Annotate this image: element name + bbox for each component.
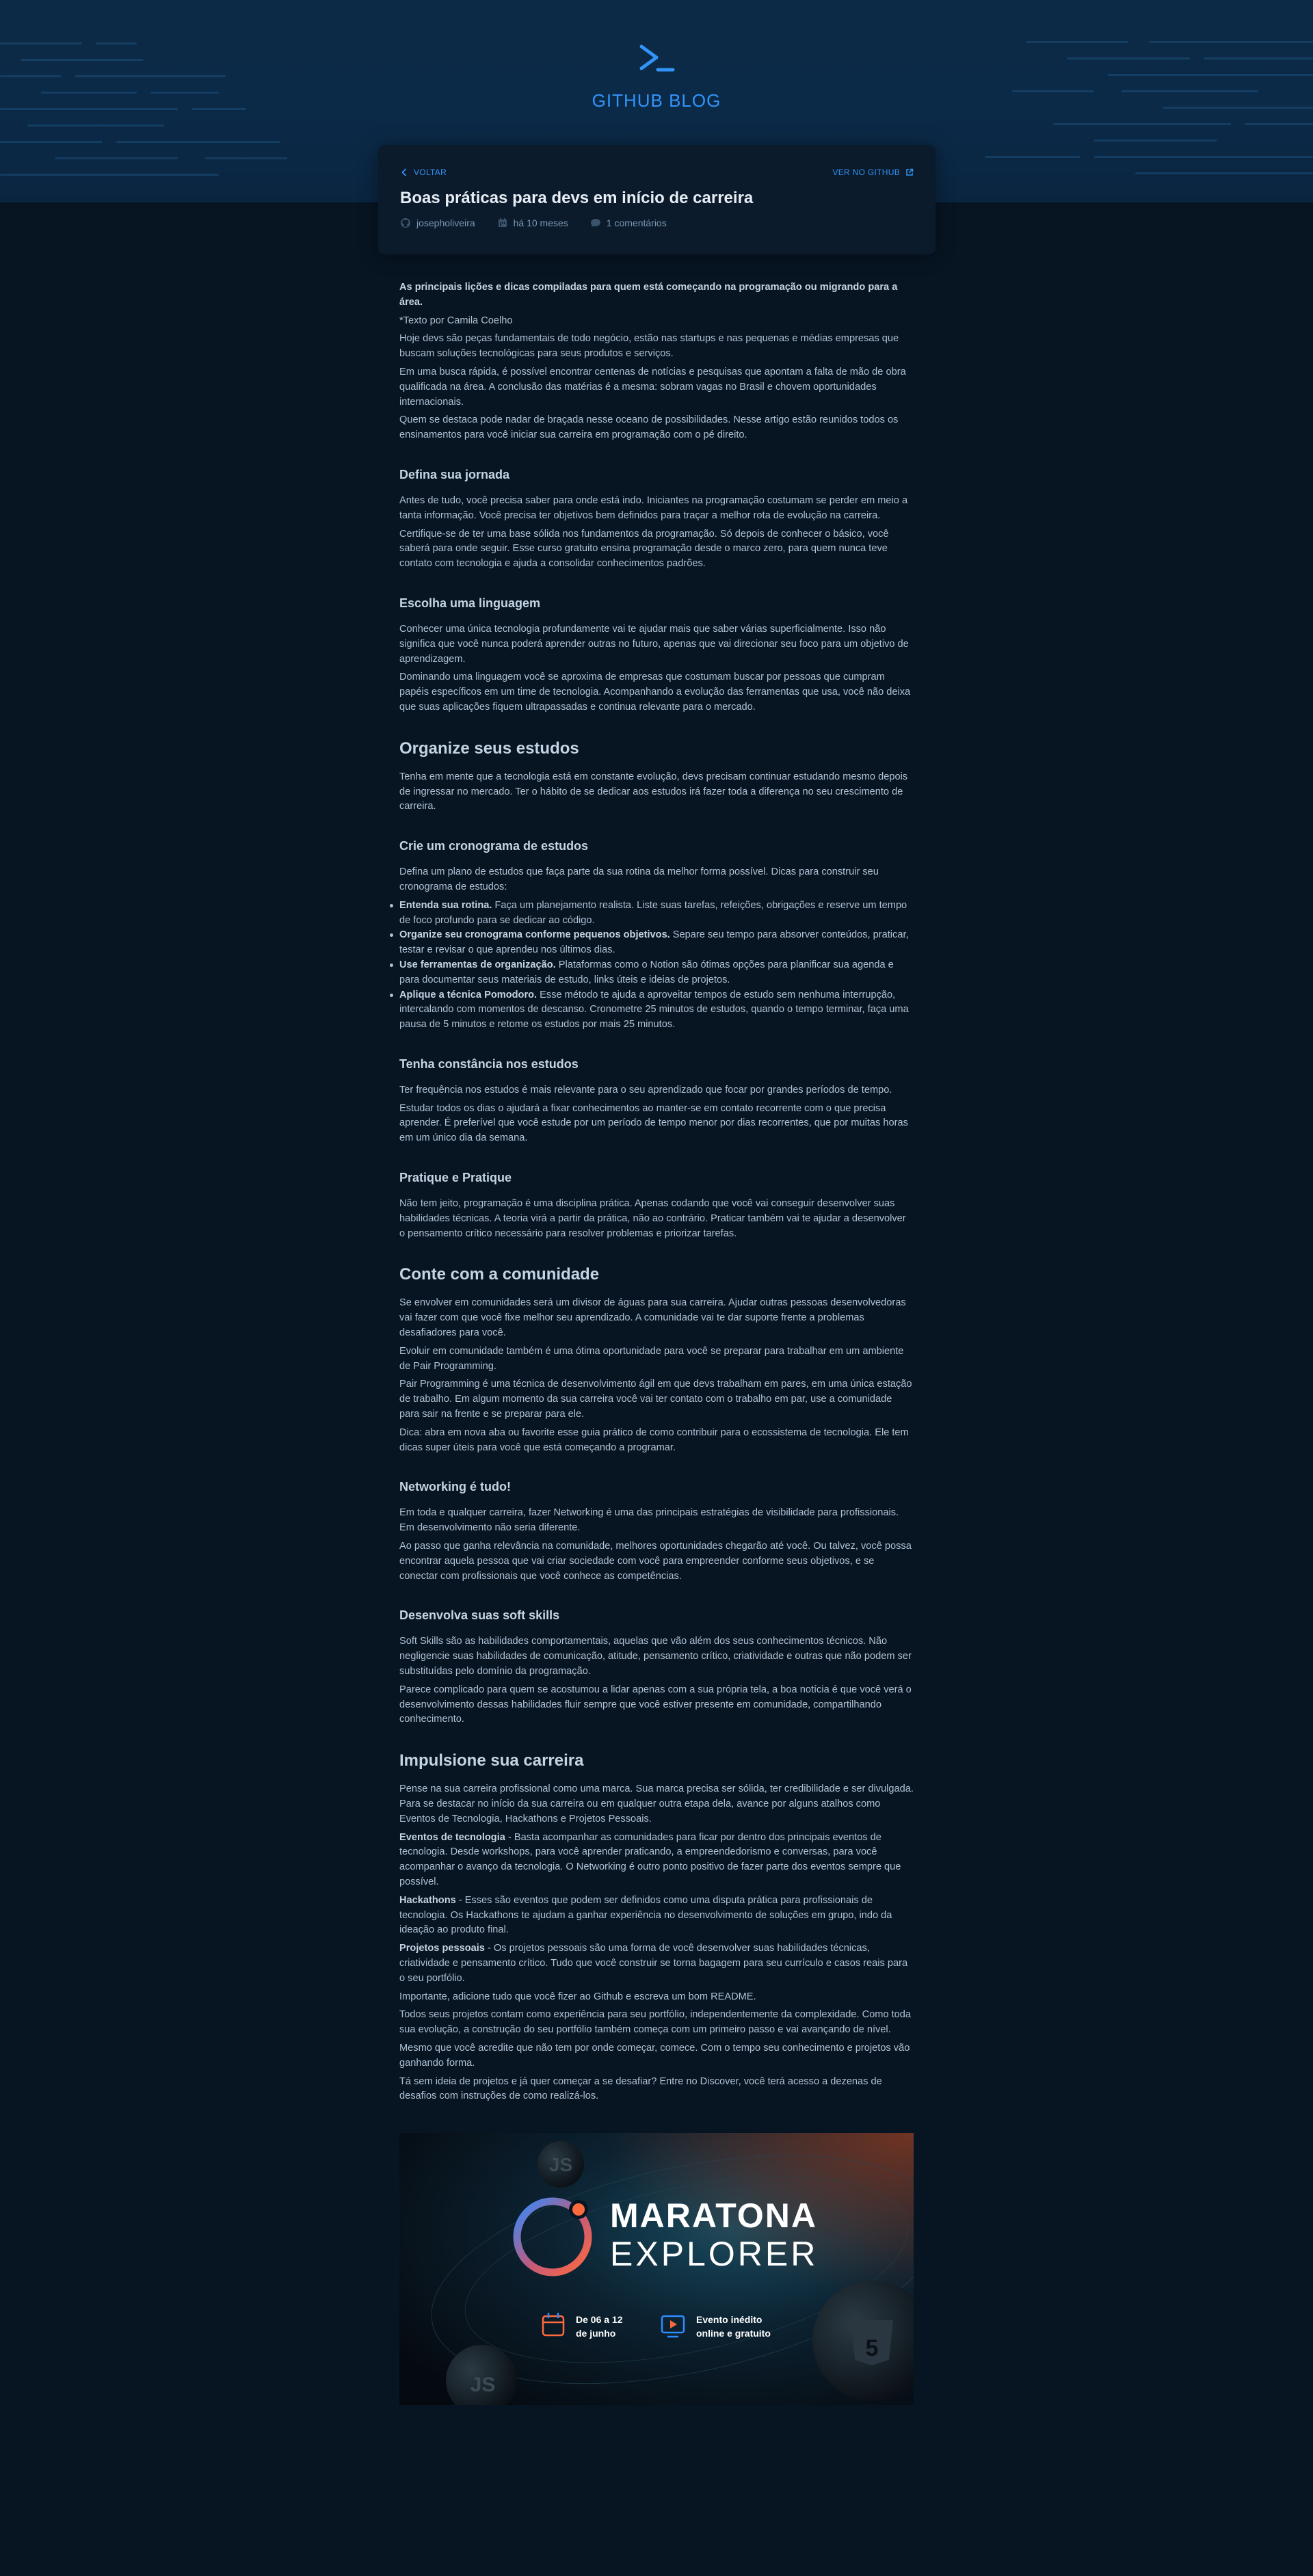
banner-event-line2: online e gratuito <box>696 2328 771 2339</box>
paragraph: As principais lições e dicas compiladas … <box>399 280 914 310</box>
inline-text: - Esses são eventos que podem ser defini… <box>399 1894 892 1936</box>
back-link[interactable]: VOLTAR <box>400 168 447 177</box>
paragraph: Ter frequência nos estudos é mais releva… <box>399 1084 892 1096</box>
post-author-name: josepholiveira <box>416 217 475 228</box>
github-link-label: VER NO GITHUB <box>832 168 900 177</box>
paragraph: Antes de tudo, você precisa saber para o… <box>399 494 908 521</box>
section-heading: Impulsione sua carreira <box>399 1751 584 1770</box>
post-info-card: VOLTAR VER NO GITHUB Boas práticas para … <box>378 145 936 254</box>
paragraph: Se envolver em comunidades será um divis… <box>399 1297 906 1339</box>
post-title: Boas práticas para devs em início de car… <box>400 189 754 207</box>
post-card-actions: VOLTAR VER NO GITHUB <box>400 165 914 179</box>
list-item-title: Organize seu cronograma conforme pequeno… <box>399 929 670 941</box>
paragraph: Hackathons - Esses são eventos que podem… <box>399 1894 914 1938</box>
github-link[interactable]: VER NO GITHUB <box>832 168 914 177</box>
paragraph: Defina um plano de estudos que faça part… <box>399 866 879 892</box>
paragraph: Soft Skills são as habilidades comportam… <box>399 1636 912 1677</box>
calendar-icon <box>498 218 507 227</box>
post-comments: 1 comentários <box>590 217 667 228</box>
paragraph: Em toda e qualquer carreira, fazer Netwo… <box>399 1507 899 1534</box>
paragraph: Todos seus projetos contam como experiên… <box>399 2009 911 2036</box>
section-heading: Desenvolva suas soft skills <box>399 1608 560 1623</box>
paragraph: Eventos de tecnologia - Basta acompanhar… <box>399 1831 914 1890</box>
list-item: Use ferramentas de organização. Platafor… <box>390 958 914 988</box>
badge-html: 5 <box>866 2335 879 2361</box>
maratona-explorer-banner: JS JS 5 MARATONA EXPLORER De 06 a 12 de … <box>399 2133 914 2406</box>
banner-title-line2: EXPLORER <box>610 2235 818 2273</box>
inline-bold: Projetos pessoais <box>399 1943 485 1954</box>
section-heading: Crie um cronograma de estudos <box>399 839 589 853</box>
post-content: As principais lições e dicas compiladas … <box>390 280 914 2406</box>
banner-date-line1: De 06 a 12 <box>576 2314 623 2325</box>
list-item-title: Use ferramentas de organização. <box>399 959 556 970</box>
section-heading: Conte com a comunidade <box>399 1265 600 1284</box>
paragraph: Estudar todos os dias o ajudará a fixar … <box>399 1102 908 1144</box>
credit-text: *Texto por Camila Coelho <box>399 315 513 326</box>
lead-text: As principais lições e dicas compiladas … <box>399 282 898 308</box>
list-item: Aplique a técnica Pomodoro. Esse método … <box>390 988 914 1033</box>
list-item: Organize seu cronograma conforme pequeno… <box>390 928 914 958</box>
paragraph: Hoje devs são peças fundamentais de todo… <box>399 333 899 360</box>
brand-name: GITHUB BLOG <box>592 90 721 111</box>
paragraph: Importante, adicione tudo que você fizer… <box>399 1991 756 2002</box>
external-link-icon <box>906 168 914 176</box>
section-heading: Tenha constância nos estudos <box>399 1057 579 1071</box>
inline-bold: Eventos de tecnologia <box>399 1831 505 1843</box>
section-heading: Pratique e Pratique <box>399 1171 512 1185</box>
paragraph: Conhecer uma única tecnologia profundame… <box>399 623 909 665</box>
banner-title-line1: MARATONA <box>610 2196 817 2235</box>
paragraph: Pense na sua carreira profissional como … <box>399 1783 914 1824</box>
paragraph: Certifique-se de ter uma base sólida nos… <box>399 528 889 570</box>
paragraph: Projetos pessoais - Os projetos pessoais… <box>399 1941 914 1986</box>
event-banner: JS JS 5 MARATONA EXPLORER De 06 a 12 de … <box>399 2133 914 2406</box>
paragraph: Mesmo que você acredite que não tem por … <box>399 2042 910 2069</box>
comment-icon <box>590 219 600 227</box>
paragraph: Em uma busca rápida, é possível encontra… <box>399 366 906 408</box>
terminal-logo-icon <box>639 44 675 72</box>
section-heading: Networking é tudo! <box>399 1480 511 1494</box>
paragraph: Evoluir em comunidade também é uma ótima… <box>399 1345 904 1372</box>
post-comments-count: 1 comentários <box>606 217 667 228</box>
paragraph: Ao passo que ganha relevância na comunid… <box>399 1541 912 1582</box>
list-item-title: Aplique a técnica Pomodoro. <box>399 989 538 1000</box>
paragraph: Dominando uma linguagem você se aproxima… <box>399 672 911 713</box>
list-item: Entenda sua rotina. Faça um planejamento… <box>390 899 914 929</box>
brand: GITHUB BLOG <box>0 41 1313 111</box>
section-heading: Escolha uma linguagem <box>399 596 541 610</box>
list-item-title: Entenda sua rotina. <box>399 899 492 911</box>
badge-js: JS <box>470 2374 496 2396</box>
paragraph: Parece complicado para quem se acostumou… <box>399 1684 912 1725</box>
paragraph: Quem se destaca pode nadar de braçada ne… <box>399 414 899 441</box>
post-date-text: há 10 meses <box>513 217 568 228</box>
paragraph: Pair Programming é uma técnica de desenv… <box>399 1379 912 1420</box>
paragraph: Dica: abra em nova aba ou favorite esse … <box>399 1426 909 1453</box>
banner-event-line1: Evento inédito <box>696 2314 762 2325</box>
post-meta: josepholiveira há 10 meses 1 comentários <box>400 217 914 228</box>
study-tips-list: Entenda sua rotina. Faça um planejamento… <box>390 899 914 1033</box>
paragraph: Tá sem ideia de projetos e já quer começ… <box>399 2075 882 2102</box>
banner-date-line2: de junho <box>576 2328 615 2339</box>
post-date: há 10 meses <box>497 217 568 228</box>
paragraph: Não tem jeito, programação é uma discipl… <box>399 1198 906 1239</box>
back-link-label: VOLTAR <box>414 168 447 177</box>
chevron-left-icon <box>401 168 406 176</box>
section-heading: Organize seus estudos <box>399 739 579 758</box>
github-icon <box>401 218 410 228</box>
paragraph: Tenha em mente que a tecnologia está em … <box>399 771 908 812</box>
post-author: josepholiveira <box>400 217 475 228</box>
inline-bold: Hackathons <box>399 1894 456 1906</box>
section-heading: Defina sua jornada <box>399 467 510 481</box>
badge-js-top: JS <box>549 2154 572 2175</box>
